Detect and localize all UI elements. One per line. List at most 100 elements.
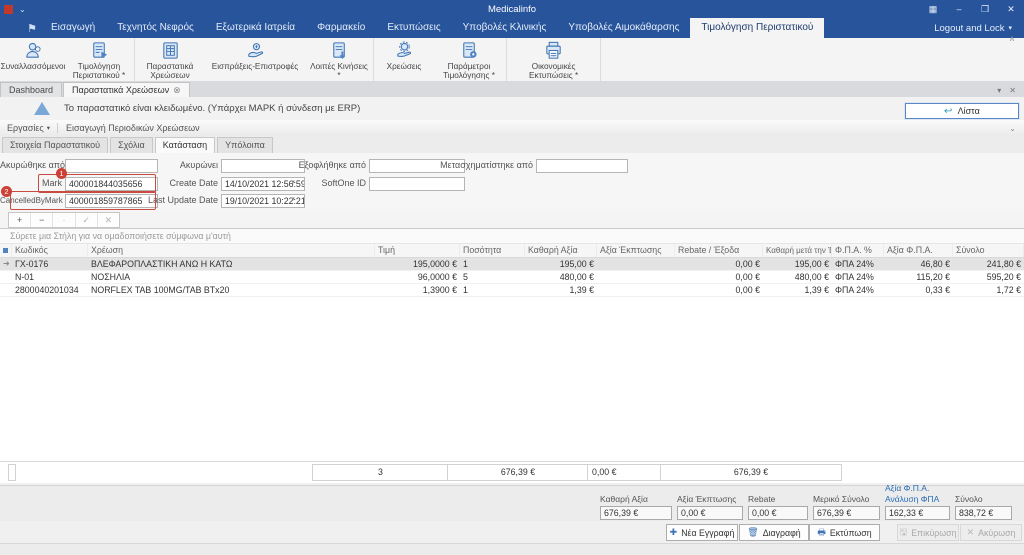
tasks-bar: Εργασίες ▾ Εισαγωγή Περιοδικών Χρεώσεων … [0,120,1024,137]
validate-button[interactable]: 🖫 Επικύρωση [897,524,959,541]
table-row[interactable]: ➜ ΓΧ-0176 ΒΛΕΦΑΡΟΠΛΑΣΤΙΚΗ ΑΝΩ Η ΚΑΤΩ 195… [0,258,1024,271]
xreoseis-button[interactable]: Χρεώσεις [375,39,433,71]
print-button[interactable]: 🖶 Εκτύπωση [809,524,880,541]
panel-collapse-icon[interactable]: ⌄ [1009,124,1024,133]
timologisi-peristatikou-button[interactable]: Τιμολόγηση Περιστατικού * [65,39,133,81]
new-record-button[interactable]: ✚ Νέα Εγγραφή [666,524,738,541]
col-axia-fpa[interactable]: Αξία Φ.Π.Α. [884,244,953,257]
eispraxeis-epistrofes-button[interactable]: Εισπράξεις-Επιστροφές [204,39,306,71]
warning-text: Το παραστατικό είναι κλειδωμένο. (Υπάρχε… [64,103,360,114]
col-posotita[interactable]: Ποσότητα [460,244,525,257]
tab-stoixeia-parastatikou[interactable]: Στοιχεία Παραστατικού [2,137,108,153]
vat-label: Αξία Φ.Π.Α. [885,484,950,493]
col-rebate-exoda[interactable]: Rebate / Έξοδα [675,244,763,257]
tab-sxolia[interactable]: Σχόλια [110,137,153,153]
navigator-add-button[interactable]: + [9,213,31,227]
menu-bar: ⚑ Εισαγωγή Τεχνητός Νεφρός Εξωτερικά Ιατ… [0,18,1024,38]
menu-item-ypovoles-aimokatharsis[interactable]: Υποβολές Αιμοκάθαρσης [557,18,690,38]
vat-analysis-link[interactable]: Ανάλυση ΦΠΑ [885,495,950,504]
summary-count: 3 [312,464,449,481]
chevron-down-icon: ▾ [1008,24,1012,32]
theme-icon[interactable]: ▦ [920,0,946,18]
menu-item-eisagogi[interactable]: Εισαγωγή [40,18,106,38]
ergasies-menu-button[interactable]: Εργασίες ▾ [0,120,57,136]
menu-item-timologisi-peristatikou[interactable]: Τιμολόγηση Περιστατικού [690,18,824,38]
col-xreosi[interactable]: Χρέωση [88,244,375,257]
annotation-box-cancelled-mark [10,191,156,210]
transformed-from-field[interactable] [536,159,628,173]
parastatika-xreoseon-button[interactable]: Παραστατικά Χρεώσεων [136,39,204,81]
ribbon-group-ektyposeis: Οικονομικές Εκτυπώσεις * Τιμολόγηση - Εκ… [507,38,601,81]
document-tab-strip: Dashboard Παραστατικά Χρεώσεων ⊗ ▾ ✕ [0,81,1024,97]
softone-id-field[interactable] [369,177,465,191]
ribbon-collapse-icon[interactable]: ∧ [1009,34,1015,43]
list-button[interactable]: ↪ Λίστα [905,103,1019,119]
col-kodikos[interactable]: Κωδικός [12,244,88,257]
navigator-remove-button[interactable]: − [31,213,53,227]
printer-icon [543,40,564,61]
col-axia-ekptosis[interactable]: Αξία Έκπτωσης [597,244,675,257]
file-flag-icon[interactable]: ⚑ [24,18,40,38]
table-row[interactable]: 2800040201034 NORFLEX TAB 100MG/TAB BTx2… [0,284,1024,297]
ribbon-group-1: Συναλλασσόμενοι Τιμολόγηση Περιστατικού … [0,38,135,81]
synallassomenoi-button[interactable]: Συναλλασσόμενοι [1,39,65,71]
tab-ypoloipa[interactable]: Υπόλοιπα [217,137,273,153]
subtotal-value: 676,39 € [813,506,880,520]
quick-access-dropdown-icon[interactable]: ⌄ [19,5,26,14]
delete-button[interactable]: 🗑 Διαγραφή [739,524,809,541]
transformed-from-label: Μετασχηματίστηκε από [430,159,533,172]
menu-item-ypovoles-klinikis[interactable]: Υποβολές Κλινικής [452,18,558,38]
menu-item-texnitos-nefros[interactable]: Τεχνητός Νεφρός [106,18,205,38]
document-play-icon [89,40,110,61]
col-synolo[interactable]: Σύνολο [953,244,1024,257]
navigator-cancel-button[interactable]: ✕ [98,213,119,227]
loipes-kiniseis-button[interactable]: Λοιπές Κινήσεις * [306,39,372,81]
action-button-bar: ✚ Νέα Εγγραφή 🗑 Διαγραφή 🖶 Εκτύπωση 🖫 Επ… [0,521,1024,544]
discount-value: 0,00 € [677,506,743,520]
tab-parastatika-xreoseon[interactable]: Παραστατικά Χρεώσεων ⊗ [63,82,190,97]
cancel-button[interactable]: ✕ Ακύρωση [960,524,1022,541]
last-update-dropdown-icon[interactable]: ▾ [288,194,298,206]
col-timi[interactable]: Τιμή [375,244,460,257]
summary-indicator-cell [8,464,16,481]
row-indicator-header [0,244,12,257]
warning-bar: Το παραστατικό είναι κλειδωμένο. (Υπάρχε… [0,97,1024,121]
document-down-icon [329,40,350,61]
tab-list-dropdown-icon[interactable]: ▾ [997,86,1001,95]
softone-id-label: SoftOne ID [290,177,366,190]
eisagogi-periodikon-xreoseon-button[interactable]: Εισαγωγή Περιοδικών Χρεώσεων [58,123,208,133]
hand-coin-icon [245,40,266,61]
menu-item-exoterika-iatreia[interactable]: Εξωτερικά Ιατρεία [205,18,306,38]
subtotal-label: Μερικό Σύνολο [813,495,880,504]
col-kathari-meta-ekpt[interactable]: Καθαρή μετά την Έκπτ. [763,244,832,257]
navigator-post-button[interactable]: ✓ [76,213,98,227]
status-form: Ακυρώθηκε από Ακυρώνει Εξοφλήθηκε από Με… [0,153,1024,212]
tab-dashboard[interactable]: Dashboard [0,82,62,97]
restore-icon[interactable]: ❐ [972,0,998,18]
oikonomikes-ektyposeis-button[interactable]: Οικονομικές Εκτυπώσεις * [509,39,599,81]
parametroi-timologisis-button[interactable]: Παράμετροι Τιμολόγησης * [433,39,505,81]
cancelled-from-field[interactable] [65,159,158,173]
discount-label: Αξία Έκπτωσης [677,495,743,504]
ribbon-group-timologisi: Παραστατικά Χρεώσεων Εισπράξεις-Επιστροφ… [135,38,374,81]
tab-close-icon[interactable]: ⊗ [173,83,181,97]
cancels-label: Ακυρώνει [148,159,218,172]
printer-icon: 🖶 [817,525,826,541]
create-date-label: Create Date [148,177,218,190]
table-row[interactable]: Ν-01 ΝΟΣΗΛΙΑ 96,0000 € 5 480,00 € 0,00 €… [0,271,1024,284]
detail-tab-strip: Στοιχεία Παραστατικού Σχόλια Κατάσταση Υ… [0,136,1024,154]
menu-item-farmakeio[interactable]: Φαρμακείο [306,18,376,38]
tab-strip-close-icon[interactable]: ✕ [1009,86,1016,95]
close-icon[interactable]: ✕ [998,0,1024,18]
save-icon: 🖫 [900,525,908,541]
menu-item-ektyposeis[interactable]: Εκτυπώσεις [376,18,451,38]
minimize-icon[interactable]: – [946,0,972,18]
rebate-value: 0,00 € [748,506,808,520]
tab-katastasi[interactable]: Κατάσταση [155,137,215,153]
col-kathari-axia[interactable]: Καθαρή Αξία [525,244,597,257]
navigator-edit-button[interactable]: · [53,213,75,227]
col-fpa-pct[interactable]: Φ.Π.Α. % [832,244,884,257]
app-icon [4,5,13,14]
x-icon: ✕ [967,527,975,538]
rebate-label: Rebate [748,495,808,504]
